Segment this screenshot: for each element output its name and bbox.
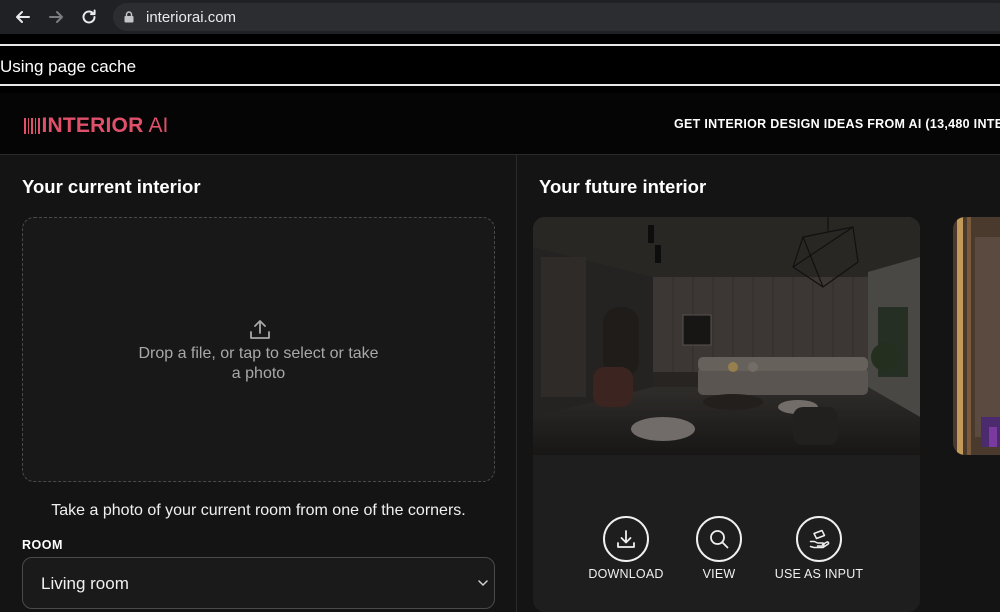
reload-icon	[82, 9, 96, 24]
browser-toolbar: interiorai.com	[0, 0, 1000, 34]
use-as-input-label: USE AS INPUT	[774, 567, 864, 581]
back-button[interactable]	[12, 6, 34, 28]
arrow-left-icon	[16, 11, 30, 23]
use-as-input-action[interactable]: USE AS INPUT	[774, 516, 864, 588]
logo-suffix: AI	[148, 114, 169, 137]
photo-dropzone[interactable]: Drop a file, or tap to select or take a …	[22, 217, 495, 482]
chevron-down-icon	[478, 580, 488, 587]
header-tagline[interactable]: GET INTERIOR DESIGN IDEAS FROM AI (13,48…	[674, 117, 1000, 131]
upload-icon	[250, 320, 270, 339]
logo-word: INTERIOR	[41, 114, 144, 137]
current-interior-title: Your current interior	[22, 176, 201, 197]
use-as-input-icon	[809, 529, 830, 549]
cache-notice: Using page cache	[0, 57, 137, 76]
view-label: VIEW	[702, 567, 736, 581]
column-divider	[516, 155, 517, 612]
url-text: interiorai.com	[146, 9, 237, 26]
future-interior-title: Your future interior	[539, 176, 707, 197]
reload-button[interactable]	[78, 6, 100, 28]
app-header: INTERIOR AI GET INTERIOR DESIGN IDEAS FR…	[0, 93, 1000, 155]
view-button[interactable]	[696, 516, 742, 562]
photo-hint: Take a photo of your current room from o…	[51, 502, 466, 519]
next-room-image	[953, 217, 1000, 455]
result-card: DOWNLOAD VIEW USE AS INPUT	[533, 217, 920, 612]
address-bar[interactable]: interiorai.com	[113, 3, 1000, 31]
logo-bars-icon	[24, 117, 40, 135]
dropzone-text: Drop a file, or tap to select or take a …	[138, 345, 379, 382]
room-select[interactable]: Living room	[22, 557, 495, 609]
search-icon	[710, 530, 729, 549]
arrow-right-icon	[49, 11, 63, 23]
lock-icon	[124, 11, 134, 23]
view-action[interactable]: VIEW	[674, 516, 764, 588]
cache-notice-bar: Using page cache	[0, 44, 1000, 86]
app: INTERIOR AI GET INTERIOR DESIGN IDEAS FR…	[0, 93, 1000, 612]
use-as-input-button[interactable]	[796, 516, 842, 562]
download-icon	[617, 530, 635, 548]
generated-room-image[interactable]	[533, 217, 920, 455]
next-result-card-peek[interactable]	[953, 217, 1000, 455]
download-action[interactable]: DOWNLOAD	[581, 516, 671, 588]
download-button[interactable]	[603, 516, 649, 562]
room-select-value: Living room	[41, 574, 129, 593]
forward-button[interactable]	[45, 6, 67, 28]
download-label: DOWNLOAD	[588, 567, 664, 581]
logo[interactable]: INTERIOR AI	[24, 114, 169, 137]
room-label: ROOM	[22, 538, 63, 552]
